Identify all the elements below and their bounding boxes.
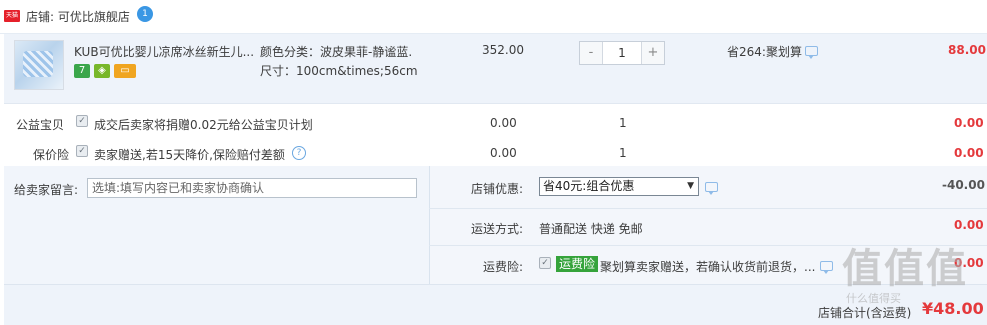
- discount-amount: -40.00: [942, 178, 985, 192]
- price-protect-label: 保价险: [33, 148, 70, 162]
- freight-insurance-desc: 聚划算卖家赠送，若确认收货前退货，...: [600, 260, 816, 274]
- seven-day-return-icon: 7: [74, 64, 90, 78]
- price-protect-qty: 1: [619, 146, 627, 160]
- charity-label: 公益宝贝: [16, 118, 65, 132]
- qty-plus-button[interactable]: +: [642, 42, 664, 64]
- total-amount: ¥48.00: [922, 299, 984, 318]
- price-protect-checkbox[interactable]: ✓: [76, 145, 88, 157]
- qty-minus-button[interactable]: -: [580, 42, 602, 64]
- unit-price: 352.00: [482, 43, 524, 57]
- item-subtotal: 88.00: [948, 43, 986, 57]
- price-protect-desc: 卖家赠送,若15天降价,保险赔付差额: [94, 148, 285, 162]
- charity-subtotal: 0.00: [954, 116, 984, 130]
- tmall-icon: 天猫: [4, 10, 20, 22]
- divider: [429, 208, 987, 209]
- product-thumbnail[interactable]: [14, 40, 64, 90]
- shipping-amount: 0.00: [954, 218, 984, 232]
- price-protect-price: 0.00: [490, 146, 517, 160]
- watermark-logo: 值值值: [842, 246, 968, 292]
- charity-price: 0.00: [490, 116, 517, 130]
- message-label: 给卖家留言:: [14, 183, 79, 197]
- watermark-sub: 什么值得买: [846, 292, 901, 305]
- sku-size: 尺寸：100cm&times;56cm: [260, 64, 418, 78]
- promo-text: 省264:聚划算: [727, 45, 802, 59]
- shop-name[interactable]: 店铺: 可优比旗舰店: [26, 8, 130, 25]
- discount-selected: 省40元:组合优惠: [543, 179, 635, 193]
- charity-qty: 1: [619, 116, 627, 130]
- charity-desc: 成交后卖家将捐赠0.02元给公益宝贝计划: [94, 118, 313, 132]
- freight-insurance-checkbox[interactable]: ✓: [539, 257, 551, 269]
- freight-insurance-tag: 运费险: [556, 256, 599, 272]
- product-title[interactable]: KUB可优比婴儿凉席冰丝新生儿...: [74, 43, 254, 60]
- comment-icon[interactable]: [705, 182, 718, 195]
- quantity-stepper: - 1 +: [579, 41, 665, 65]
- help-icon[interactable]: ?: [292, 146, 306, 160]
- discount-select[interactable]: 省40元:组合优惠 ▼: [539, 177, 699, 196]
- price-protect-subtotal: 0.00: [954, 146, 984, 160]
- chevron-down-icon: ▼: [687, 181, 694, 191]
- freight-insurance-label: 运费险:: [483, 260, 524, 274]
- charity-checkbox[interactable]: ✓: [76, 115, 88, 127]
- comment-icon[interactable]: [805, 46, 818, 59]
- guarantee-icon: ◈: [94, 64, 110, 78]
- sku-color: 颜色分类：波皮果菲-静谧蓝.: [260, 45, 413, 59]
- wangwang-chat-icon[interactable]: 1: [137, 6, 153, 22]
- total-label: 店铺合计(含运费): [818, 306, 912, 320]
- shop-header: 天猫 店铺: 可优比旗舰店 1: [0, 0, 987, 34]
- discount-label: 店铺优惠:: [471, 182, 524, 196]
- shipping-label: 运送方式:: [471, 222, 524, 236]
- credit-card-icon: ▭: [114, 64, 136, 78]
- shipping-value: 普通配送 快递 免邮: [539, 222, 643, 236]
- comment-icon[interactable]: [820, 261, 833, 274]
- seller-message-input[interactable]: 选填:填写内容已和卖家协商确认: [87, 178, 417, 198]
- qty-input[interactable]: 1: [602, 42, 642, 64]
